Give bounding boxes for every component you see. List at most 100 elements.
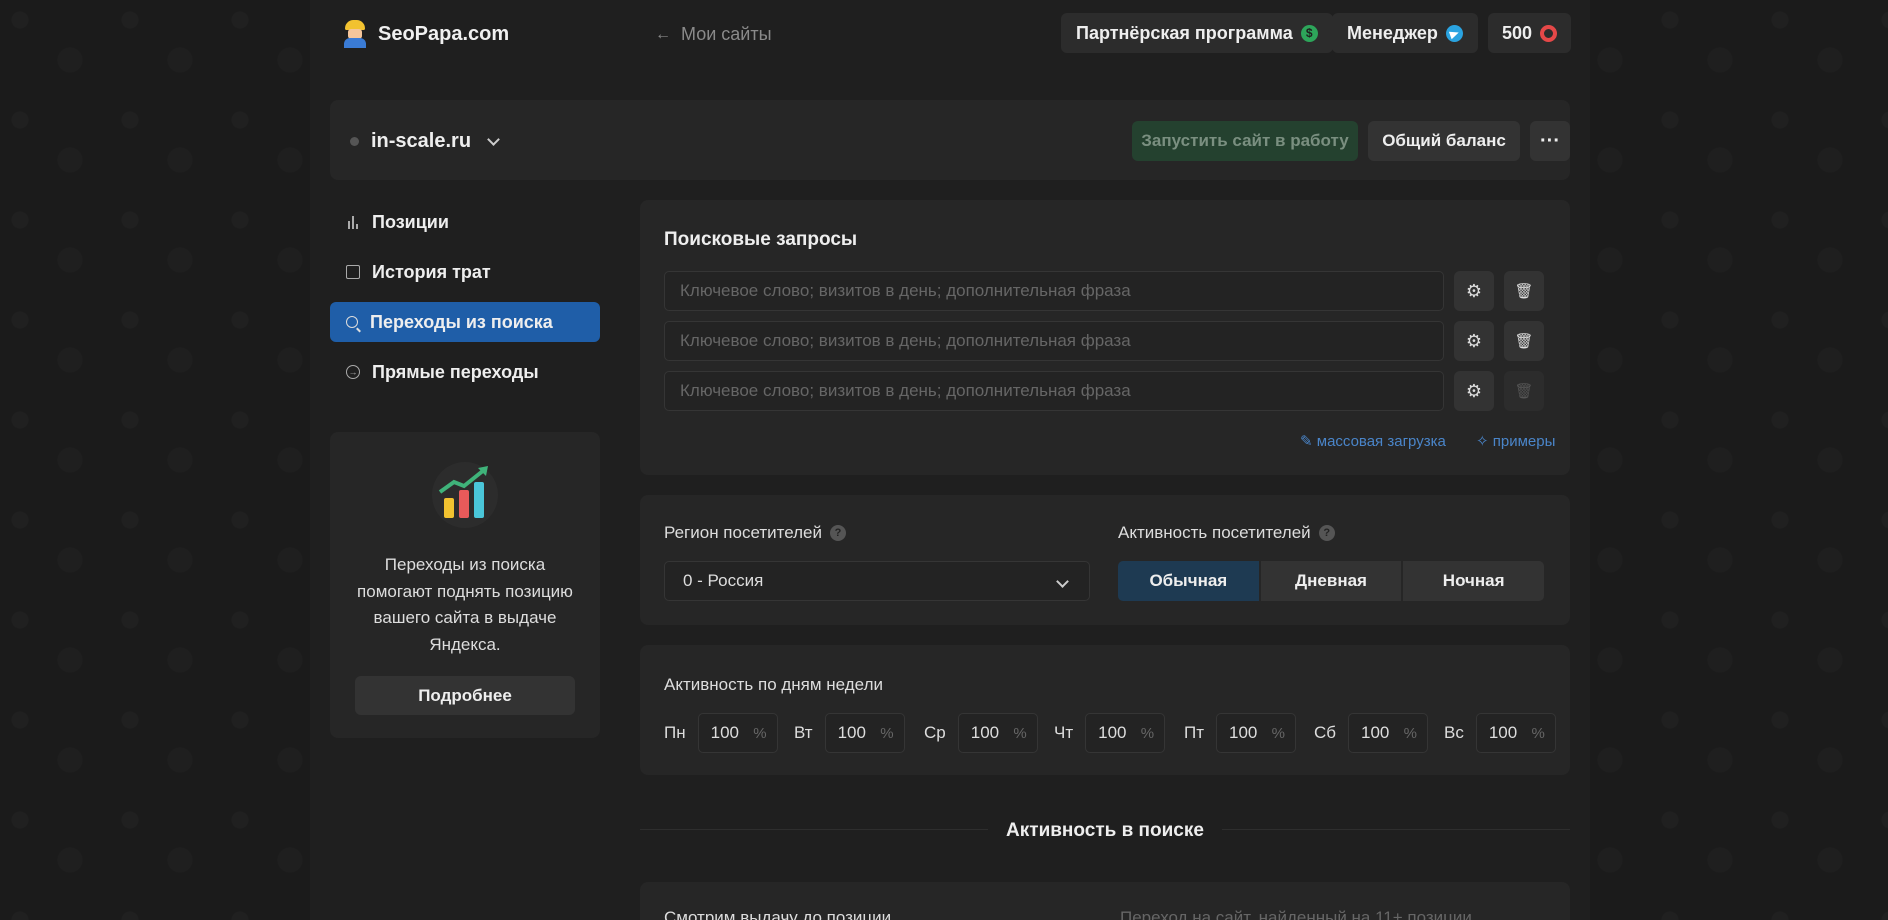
site-selector[interactable]: in-scale.ru	[350, 130, 500, 153]
examples-label: примеры	[1492, 433, 1556, 450]
logo-text: SeoPapa.com	[378, 22, 510, 45]
bulk-upload-label: массовая загрузка	[1316, 433, 1446, 450]
gear-icon: ⚙	[1465, 330, 1483, 351]
chevron-down-icon	[1056, 575, 1069, 588]
day-thursday: Чт 100 %	[1054, 713, 1166, 753]
main-column: SeoPapa.com ← Мои сайты Партнёрская прог…	[310, 0, 1590, 920]
gear-icon: ⚙	[1465, 380, 1483, 401]
percent-sign: %	[1271, 724, 1286, 742]
manager-label: Менеджер	[1347, 22, 1438, 43]
logo[interactable]: SeoPapa.com	[342, 20, 509, 48]
partner-label: Партнёрская программа	[1076, 22, 1293, 43]
day-percent-input[interactable]: 100 %	[1475, 713, 1556, 753]
day-wednesday: Ср 100 %	[924, 713, 1038, 753]
back-to-sites-link[interactable]: ← Мои сайты	[655, 24, 772, 45]
wallet-icon	[346, 265, 360, 279]
trash-icon: 🗑	[1514, 283, 1534, 300]
day-saturday: Сб 100 %	[1314, 713, 1429, 753]
region-select[interactable]: 0 - Россия	[664, 561, 1090, 601]
bar-chart-icon	[346, 215, 360, 229]
run-site-button[interactable]: Запустить сайт в работу	[1132, 121, 1358, 161]
day-percent-input[interactable]: 100 %	[1216, 713, 1297, 753]
help-icon[interactable]: ?	[1318, 525, 1335, 541]
promo-text: Переходы из поиска помогают поднять пози…	[357, 555, 573, 654]
settings-button[interactable]: ⚙	[1454, 371, 1494, 411]
bulk-upload-link[interactable]: ✎ массовая загрузка	[1300, 432, 1446, 450]
examples-link[interactable]: ✧ примеры	[1476, 432, 1555, 450]
sidebar-item-positions[interactable]: Позиции	[330, 202, 600, 242]
day-value: 100	[710, 723, 739, 742]
learn-more-button[interactable]: Подробнее	[355, 676, 575, 715]
keyword-input[interactable]: Ключевое слово; визитов в день; дополнит…	[664, 321, 1444, 361]
day-percent-input[interactable]: 100 %	[824, 713, 905, 753]
partner-program-button[interactable]: Партнёрская программа $	[1061, 13, 1333, 53]
promo-card: Переходы из поиска помогают поднять пози…	[330, 432, 600, 738]
day-name: Ср	[924, 723, 946, 742]
serp-depth-label: Смотрим выдачу до позиции	[664, 908, 892, 920]
delete-button[interactable]: 🗑	[1504, 321, 1544, 361]
keyword-input[interactable]: Ключевое слово; визитов в день; дополнит…	[664, 271, 1444, 311]
panel-title: Поисковые запросы	[664, 229, 858, 250]
day-name: Сб	[1314, 723, 1337, 742]
sidebar-item-label: Позиции	[372, 211, 449, 232]
day-sunday: Вс 100 %	[1444, 713, 1556, 753]
search-activity-heading: Активность в поиске	[640, 820, 1570, 842]
day-value: 100	[837, 723, 866, 742]
sidebar-item-spend-history[interactable]: История трат	[330, 252, 600, 292]
gear-icon: ⚙	[1465, 280, 1483, 301]
region-activity-panel: Регион посетителей ? 0 - Россия Активнос…	[640, 495, 1570, 625]
sidebar-item-direct-visits[interactable]: → Прямые переходы	[330, 352, 600, 392]
day-percent-input[interactable]: 100 %	[697, 713, 778, 753]
region-label: Регион посетителей ?	[664, 523, 846, 543]
balance-button[interactable]: 500	[1488, 13, 1572, 53]
day-friday: Пт 100 %	[1184, 713, 1297, 753]
percent-sign: %	[880, 724, 894, 742]
manager-button[interactable]: Менеджер	[1332, 13, 1478, 53]
day-percent-input[interactable]: 100 %	[1348, 713, 1429, 753]
day-percent-input[interactable]: 100 %	[1085, 713, 1166, 753]
total-balance-button[interactable]: Общий баланс	[1368, 121, 1520, 161]
region-value: 0 - Россия	[683, 571, 764, 590]
trash-icon: 🗑	[1514, 383, 1534, 400]
sidebar-item-label: Прямые переходы	[372, 361, 539, 382]
day-value: 100	[970, 723, 1000, 742]
percent-sign: %	[1403, 724, 1418, 742]
day-monday: Пн 100 %	[664, 713, 778, 753]
dollar-icon: $	[1300, 24, 1318, 42]
activity-option-night[interactable]: Ночная	[1403, 561, 1545, 601]
more-menu-button[interactable]: ···	[1530, 121, 1570, 161]
builder-mascot-icon	[342, 20, 368, 48]
day-name: Вс	[1444, 723, 1464, 742]
settings-button[interactable]: ⚙	[1454, 321, 1494, 361]
day-percent-input[interactable]: 100 %	[957, 713, 1038, 753]
delete-button[interactable]: 🗑	[1504, 271, 1544, 311]
coin-icon	[1540, 24, 1558, 42]
growth-chart-icon	[432, 462, 498, 528]
arrow-circle-icon: →	[346, 365, 360, 379]
day-name: Пт	[1184, 723, 1205, 742]
site-bar: in-scale.ru Запустить сайт в работу Общи…	[330, 100, 1570, 180]
day-name: Пн	[664, 723, 686, 742]
day-name: Вт	[794, 723, 813, 742]
sidebar-item-label: Переходы из поиска	[370, 311, 553, 332]
percent-sign: %	[1013, 724, 1027, 742]
activity-toggle: Обычная Дневная Ночная	[1118, 561, 1545, 601]
edit-icon: ✎	[1300, 433, 1313, 450]
sidebar-item-search-visits[interactable]: Переходы из поиска	[330, 302, 600, 342]
settings-button[interactable]: ⚙	[1454, 271, 1494, 311]
activity-option-normal[interactable]: Обычная	[1118, 561, 1259, 601]
activity-option-day[interactable]: Дневная	[1260, 561, 1402, 601]
activity-label-text: Активность посетителей	[1118, 523, 1311, 542]
back-label: Мои сайты	[681, 24, 772, 44]
chevron-down-icon	[487, 132, 500, 146]
arrow-left-icon: ←	[655, 25, 671, 43]
site-name: in-scale.ru	[371, 130, 472, 152]
day-name: Чт	[1054, 723, 1074, 742]
search-activity-title: Активность в поиске	[988, 820, 1222, 841]
keyword-input[interactable]: Ключевое слово; визитов в день; дополнит…	[664, 371, 1444, 411]
weekday-activity-panel: Активность по дням недели Пн 100 % Вт 10…	[640, 645, 1570, 775]
percent-sign: %	[1140, 724, 1155, 742]
day-value: 100	[1361, 723, 1390, 742]
site-status-dot	[350, 137, 359, 146]
help-icon[interactable]: ?	[830, 525, 846, 541]
